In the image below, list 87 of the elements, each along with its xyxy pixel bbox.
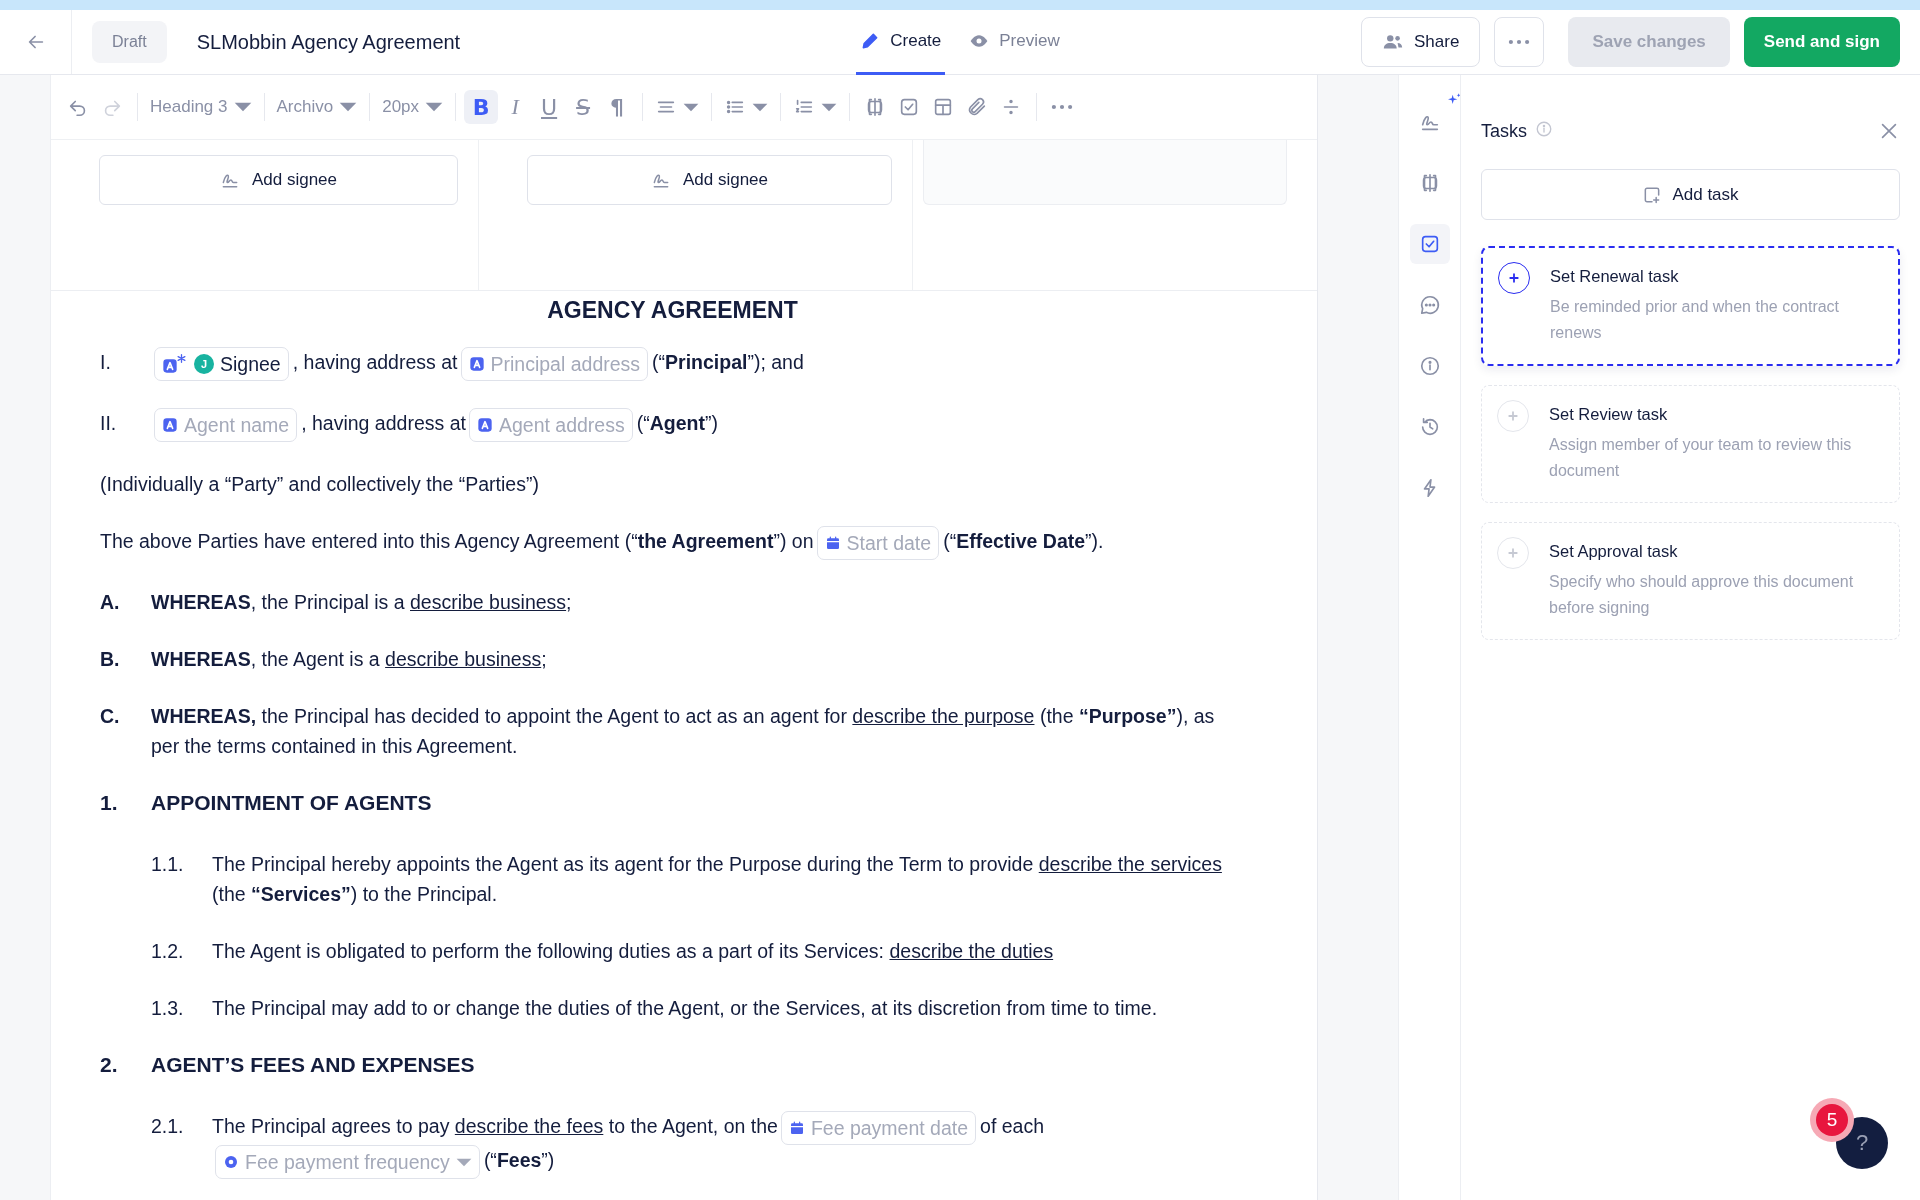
clause-number: 1.2.: [151, 939, 185, 964]
underline-button[interactable]: U: [532, 90, 567, 124]
clause-number: 1.3.: [151, 996, 185, 1021]
paragraph: The above Parties have entered into this Agency Agreement (“the Agreement”) on Start date (“Effective Date”).: [100, 526, 1245, 560]
clause-number: 1.: [100, 790, 119, 816]
asterisk-icon: [177, 354, 186, 363]
placeholder-link[interactable]: describe the purpose: [852, 705, 1035, 727]
chat-icon: [1418, 294, 1441, 316]
task-description: Be reminded prior and when the contract renews: [1550, 297, 1841, 343]
task-title: Set Approval task: [1549, 542, 1679, 561]
task-description: Specify who should approve this document before signing: [1549, 572, 1855, 618]
section-heading: APPOINTMENT OF AGENTS: [151, 790, 433, 816]
caret-icon: [683, 102, 700, 112]
caret-icon: [233, 102, 252, 112]
status-badge: Draft: [92, 21, 167, 63]
calendar-icon: [788, 1120, 805, 1136]
clause-number: II.: [100, 411, 118, 436]
placeholder-link[interactable]: describe business: [385, 648, 542, 670]
calendar-icon: [824, 535, 841, 551]
recital-clause: WHEREAS, the Principal is a describe business;: [151, 590, 573, 615]
party-clause: Agent name , having address at Agent address (“Agent”): [151, 408, 1245, 442]
party-clause: J Signee , having address at Principal address (“Principal”); and: [151, 347, 1245, 381]
caret-icon: [425, 102, 444, 112]
task-card[interactable]: Set Review task Assign member of your team to review this document: [1481, 385, 1900, 503]
recital-clause: WHEREAS, the Principal has decided to appoint the Agent to act as an agent for describe the purpose (the “Purpose”), as per the terms contained in this Agreement.: [151, 704, 1216, 759]
add-task-button[interactable]: Add task: [1481, 169, 1900, 220]
more-icon: [1051, 104, 1074, 110]
clause-number: A.: [100, 590, 121, 615]
clause-number: I.: [100, 350, 112, 375]
signee-field[interactable]: J Signee: [154, 347, 289, 381]
text-field[interactable]: Principal address: [460, 347, 649, 381]
agreement-title: AGENCY AGREEMENT: [546, 296, 799, 325]
text-field[interactable]: Agent name: [154, 408, 298, 442]
format-dropdown[interactable]: Heading 3: [146, 90, 256, 124]
task-card[interactable]: Set Renewal task Be reminded prior and when the contract renews: [1481, 246, 1900, 366]
variable-icon: [476, 417, 493, 433]
clause-number: 2.1.: [151, 1114, 185, 1139]
clause-number: B.: [100, 647, 121, 672]
format-dropdown[interactable]: Archivo: [272, 90, 362, 124]
add-signee-button[interactable]: Add signee: [527, 155, 892, 205]
pilcrow-button[interactable]: ¶: [600, 90, 635, 124]
italic-button[interactable]: I: [498, 90, 533, 124]
variable-icon: [162, 417, 178, 433]
paragraph: (Individually a “Party” and collectively the “Parties”): [100, 472, 540, 497]
caret-icon: [455, 1157, 472, 1167]
task-card[interactable]: Set Approval task Specify who should approve this document before signing: [1481, 522, 1900, 640]
variable-icon: [162, 358, 178, 374]
placeholder-link[interactable]: describe the duties: [889, 940, 1054, 962]
clause-text: The Principal hereby appoints the Agent as its agent for the Purpose during the Term to provide describe the services (the “Services”) to the Principal.: [212, 852, 1223, 907]
text-field[interactable]: Agent address: [468, 408, 633, 442]
bold-button[interactable]: B: [464, 90, 499, 124]
task-title: Set Review task: [1549, 405, 1669, 424]
checkbox-tab[interactable]: [1409, 224, 1450, 264]
add-signee-button[interactable]: Add signee: [99, 155, 458, 205]
caret-icon: [752, 102, 769, 112]
mode-tab[interactable]: Preview: [965, 10, 1064, 75]
clause-number: 2.: [100, 1052, 119, 1078]
task-title: Set Renewal task: [1550, 267, 1680, 286]
clause-text: The Principal agrees to pay describe the fees to the Agent, on the Fee payment date of each Fee payment frequency (“Fees”): [212, 1111, 1245, 1179]
clause-text: The Agent is obligated to perform the following duties as a part of its Services: describe the duties: [212, 939, 1055, 964]
caret-icon: [821, 102, 838, 112]
section-heading: AGENT’S FEES AND EXPENSES: [151, 1052, 476, 1078]
clause-number: C.: [100, 704, 121, 729]
share-button[interactable]: Share: [1361, 17, 1481, 67]
date-field[interactable]: Start date: [816, 526, 940, 560]
placeholder-link[interactable]: describe the fees: [454, 1115, 604, 1138]
avatar: J: [194, 354, 214, 374]
placeholder-link[interactable]: describe the services: [1038, 853, 1222, 875]
task-description: Assign member of your team to review this document: [1549, 435, 1853, 481]
date-field[interactable]: Fee payment date: [780, 1111, 977, 1145]
clause-number: 1.1.: [151, 852, 185, 877]
info-icon: [1535, 120, 1553, 138]
document-title: SLMobbin Agency Agreement: [196, 30, 461, 54]
send-button[interactable]: Send and sign: [1743, 17, 1900, 67]
format-dropdown[interactable]: 20px: [378, 90, 448, 124]
caret-icon: [339, 102, 358, 112]
radio-icon: [223, 1154, 239, 1170]
more-icon: [1508, 39, 1531, 45]
panel-title: Tasks: [1481, 120, 1527, 142]
recital-clause: WHEREAS, the Agent is a describe business;: [151, 647, 548, 672]
clause-text: The Principal may add to or change the duties of the Agent, or the Services, at its discretion from time to time.: [212, 996, 1159, 1021]
info-icon: [1418, 355, 1441, 377]
placeholder-link[interactable]: describe business: [410, 591, 567, 613]
strike-button[interactable]: S: [566, 90, 601, 124]
add-button[interactable]: [1498, 262, 1530, 294]
variable-icon: [468, 356, 485, 372]
dropdown-field[interactable]: Fee payment frequency: [215, 1145, 480, 1179]
